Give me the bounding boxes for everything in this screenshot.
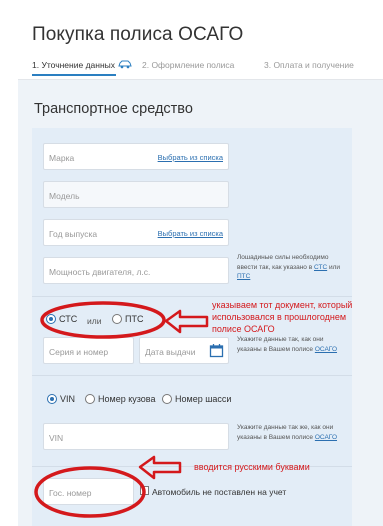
- annotation-ellipse-plate: [34, 466, 146, 518]
- annotation-arrow-doc: [164, 309, 209, 334]
- annotation-plate-text: вводится русскими буквами: [194, 462, 310, 472]
- annotation-doc-text: указываем тот документ, который использо…: [212, 300, 353, 334]
- annotation-overlay: [34, 301, 209, 518]
- annotation-arrow-plate: [138, 455, 182, 480]
- annotation-ellipse-doc: [40, 301, 166, 339]
